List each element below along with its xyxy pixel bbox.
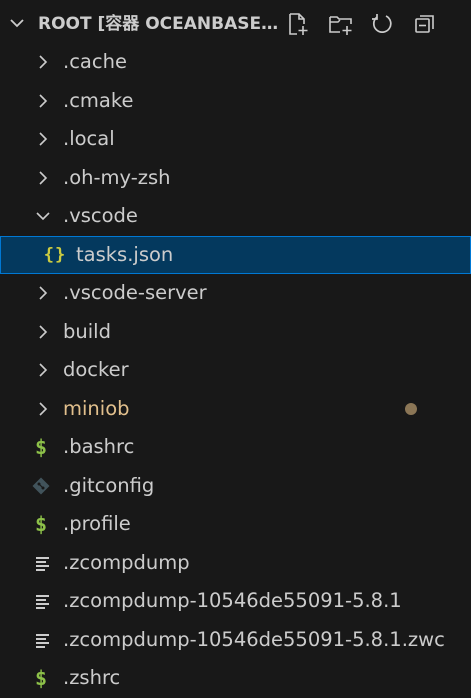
tree-item-label: .vscode-server (63, 281, 207, 304)
shell-dollar-icon: $ (34, 512, 48, 536)
collapse-all-button[interactable] (411, 10, 439, 38)
tree-item-label: .profile (63, 512, 131, 535)
tree-item-folder[interactable]: .oh-my-zsh (0, 159, 471, 198)
tree-item-file[interactable]: $ .bashrc (0, 428, 471, 467)
tree-item-label: docker (63, 358, 129, 381)
chevron-right-icon (39, 401, 48, 416)
tree-item-label: .cmake (63, 88, 134, 112)
tree-item-file[interactable]: .zcompdump (0, 544, 471, 583)
tree-item-folder[interactable]: docker (0, 351, 471, 390)
refresh-icon (372, 14, 392, 33)
text-lines-icon (36, 556, 49, 571)
file-tree: .cache .cmake .local .oh-my-zsh .vscode … (0, 43, 471, 698)
tree-item-label: .local (63, 127, 115, 150)
json-braces-icon: {} (43, 244, 67, 265)
tree-item-folder[interactable]: .cmake (0, 82, 471, 121)
explorer-header[interactable]: ROOT [容器 OCEANBASE... (0, 0, 471, 46)
shell-dollar-icon: $ (34, 435, 48, 459)
modified-dot-icon (405, 402, 417, 415)
tree-item-label: .bashrc (63, 435, 135, 458)
git-diamond-icon (32, 477, 50, 494)
tree-item-file[interactable]: .zcompdump-10546de55091-5.8.1 (0, 582, 471, 621)
chevron-right-icon (39, 55, 48, 69)
tree-item-label: miniob (63, 396, 130, 420)
chevron-down-icon[interactable] (6, 12, 28, 34)
tree-item-folder[interactable]: build (0, 313, 471, 352)
text-lines-icon (36, 633, 49, 648)
new-folder-button[interactable] (327, 10, 355, 38)
refresh-button[interactable] (368, 10, 396, 38)
chevron-right-icon (39, 170, 48, 185)
tree-item-label: build (63, 319, 111, 343)
tree-item-folder[interactable]: .vscode-server (0, 274, 471, 313)
tree-item-label: tasks.json (76, 242, 174, 266)
tree-item-file[interactable]: $ .zshrc (0, 659, 471, 698)
tree-item-file[interactable]: $ .profile (0, 505, 471, 544)
new-file-button[interactable] (284, 10, 312, 38)
new-file-icon (289, 13, 308, 35)
tree-item-file[interactable]: .gitconfig (0, 467, 471, 506)
tree-item-folder[interactable]: .local (0, 120, 471, 159)
tree-item-file-selected[interactable]: {} tasks.json (0, 235, 471, 274)
explorer-panel: ROOT [容器 OCEANBASE... .cache .cmake .loc… (0, 0, 471, 698)
tree-item-label: .zcompdump (63, 550, 190, 574)
chevron-right-icon (39, 93, 48, 108)
text-lines-icon (36, 595, 49, 609)
shell-dollar-icon: $ (34, 666, 48, 690)
chevron-right-icon (39, 324, 48, 339)
chevron-right-icon (39, 363, 48, 377)
tree-item-file[interactable]: .zcompdump-10546de55091-5.8.1.zwc (0, 621, 471, 660)
tree-item-label: .gitconfig (63, 473, 155, 497)
chevron-right-icon (39, 132, 48, 146)
tree-item-folder[interactable]: .cache (0, 43, 471, 82)
tree-item-label: .cache (63, 50, 127, 73)
collapse-all-icon (415, 15, 434, 33)
tree-item-label: .zshrc (63, 666, 121, 689)
tree-item-folder-expanded[interactable]: .vscode (0, 197, 471, 236)
tree-item-label: .oh-my-zsh (63, 165, 171, 189)
chevron-right-icon (39, 286, 48, 300)
tree-item-label: .zcompdump-10546de55091-5.8.1.zwc (63, 627, 445, 651)
new-folder-icon (329, 16, 352, 35)
tree-item-label: .zcompdump-10546de55091-5.8.1 (63, 589, 402, 612)
chevron-down-icon (36, 212, 50, 221)
tree-item-label: .vscode (63, 204, 138, 227)
explorer-title: ROOT [容器 OCEANBASE... (38, 14, 280, 34)
tree-item-folder-modified[interactable]: miniob (0, 390, 471, 429)
